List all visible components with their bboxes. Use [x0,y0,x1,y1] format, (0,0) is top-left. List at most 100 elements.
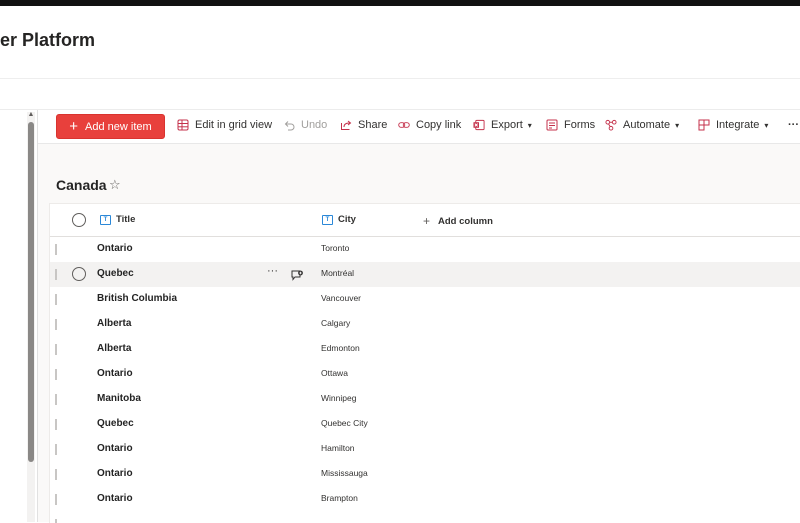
table-row[interactable]: Manitoba Winnipeg [50,387,800,413]
star-icon[interactable]: ☆ [109,177,121,193]
row-title[interactable]: Ontario [97,493,133,504]
edit-grid-view-button[interactable]: Edit in grid view [177,119,272,131]
row-title[interactable]: Ontario [97,368,133,379]
header-band [0,79,800,110]
row-select-checkbox[interactable] [72,267,86,281]
row-grip [55,494,57,505]
copy-link-button[interactable]: Copy link [398,119,461,131]
list-grid: T Title T City + Add column Ontario Toro… [49,203,800,523]
add-column-label: Add column [438,215,493,227]
site-title: er Platform [0,30,96,50]
plus-icon: + [423,214,431,228]
row-grip [55,419,57,430]
row-city: Hamilton [321,443,355,453]
table-row[interactable]: Ontario Mississauga [50,462,800,488]
text-column-icon: T [322,214,333,225]
row-grip [55,344,57,355]
table-row[interactable]: Alberta Calgary [50,312,800,338]
row-more-button[interactable]: ··· [267,265,278,277]
plus-icon: + [69,117,79,135]
table-row[interactable]: Ontario Brampton [50,487,800,513]
row-city: Ottawa [321,368,348,378]
integrate-label: Integrate [716,119,760,131]
table-row[interactable]: Ontario Ottawa [50,362,800,388]
site-header: er Platform [0,6,800,79]
export-icon [473,119,485,131]
table-row[interactable]: Ontario Hamilton [50,437,800,463]
add-column-button[interactable]: + Add column [423,214,493,228]
command-bar: + Add new item Edit in grid view Undo Sh… [38,110,800,144]
chevron-down-icon: ▾ [527,120,532,130]
row-grip [55,294,57,305]
edit-grid-view-label: Edit in grid view [195,119,273,131]
undo-icon [283,119,295,131]
grid-icon [177,119,189,131]
table-row[interactable]: Quebec ··· Montréal [50,262,800,288]
table-row[interactable]: Ontario Toronto [50,237,800,263]
more-icon: ··· [788,119,799,131]
row-title[interactable]: Alberta [97,343,131,354]
forms-button[interactable]: Forms [546,119,595,131]
row-city: Edmonton [321,343,360,353]
scroll-up-arrow-icon[interactable]: ▲ [27,111,35,119]
row-grip [55,519,57,523]
row-city: Vancouver [321,293,362,303]
integrate-icon [698,119,710,131]
row-city: Calgary [321,318,351,328]
column-header-title[interactable]: T Title [100,214,135,225]
share-button[interactable]: Share [340,119,387,131]
table-row[interactable] [50,512,800,523]
row-title[interactable]: Quebec [97,418,134,429]
automate-icon [605,119,617,131]
row-city: Mississauga [321,468,368,478]
table-row[interactable]: Quebec Quebec City [50,412,800,438]
undo-button[interactable]: Undo [283,119,327,131]
share-icon [340,119,352,131]
more-commands-button[interactable]: ··· [788,119,799,131]
row-city: Montréal [321,268,355,278]
integrate-button[interactable]: Integrate ▾ [698,119,768,131]
automate-button[interactable]: Automate ▾ [605,119,679,131]
row-title[interactable]: Ontario [97,443,133,454]
export-label: Export [491,119,523,131]
row-city: Toronto [321,243,350,253]
row-title[interactable]: British Columbia [97,293,177,304]
row-title[interactable]: Ontario [97,243,133,254]
row-title[interactable]: Quebec [97,268,134,279]
column-header-city[interactable]: T City [322,214,356,225]
row-grip [55,394,57,405]
row-title[interactable]: Ontario [97,468,133,479]
scrollbar-thumb[interactable] [28,122,34,462]
chevron-down-icon: ▾ [675,120,680,130]
row-grip [55,244,57,255]
automate-label: Automate [623,119,671,131]
row-grip [55,269,57,280]
column-title-label: Title [116,214,136,225]
grid-header: T Title T City + Add column [50,204,800,237]
forms-label: Forms [564,119,596,131]
link-icon [398,119,410,131]
table-row[interactable]: British Columbia Vancouver [50,287,800,313]
add-new-item-button[interactable]: + Add new item [56,114,165,139]
row-grip [55,444,57,455]
row-grip [55,369,57,380]
table-row[interactable]: Alberta Edmonton [50,337,800,363]
add-new-item-label: Add new item [85,120,152,133]
select-all-checkbox[interactable] [72,213,86,227]
row-title[interactable]: Alberta [97,318,131,329]
share-label: Share [358,119,388,131]
row-city: Winnipeg [321,393,357,403]
copy-link-label: Copy link [416,119,462,131]
column-city-label: City [338,214,356,225]
comment-icon[interactable] [291,268,303,281]
row-grip [55,319,57,330]
row-title[interactable]: Manitoba [97,393,141,404]
export-button[interactable]: Export ▾ [473,119,532,131]
undo-label: Undo [301,119,328,131]
row-city: Quebec City [321,418,368,428]
row-grip [55,469,57,480]
list-title: Canada [56,177,107,193]
chevron-down-icon: ▾ [764,120,769,130]
text-column-icon: T [100,214,111,225]
forms-icon [546,119,558,131]
